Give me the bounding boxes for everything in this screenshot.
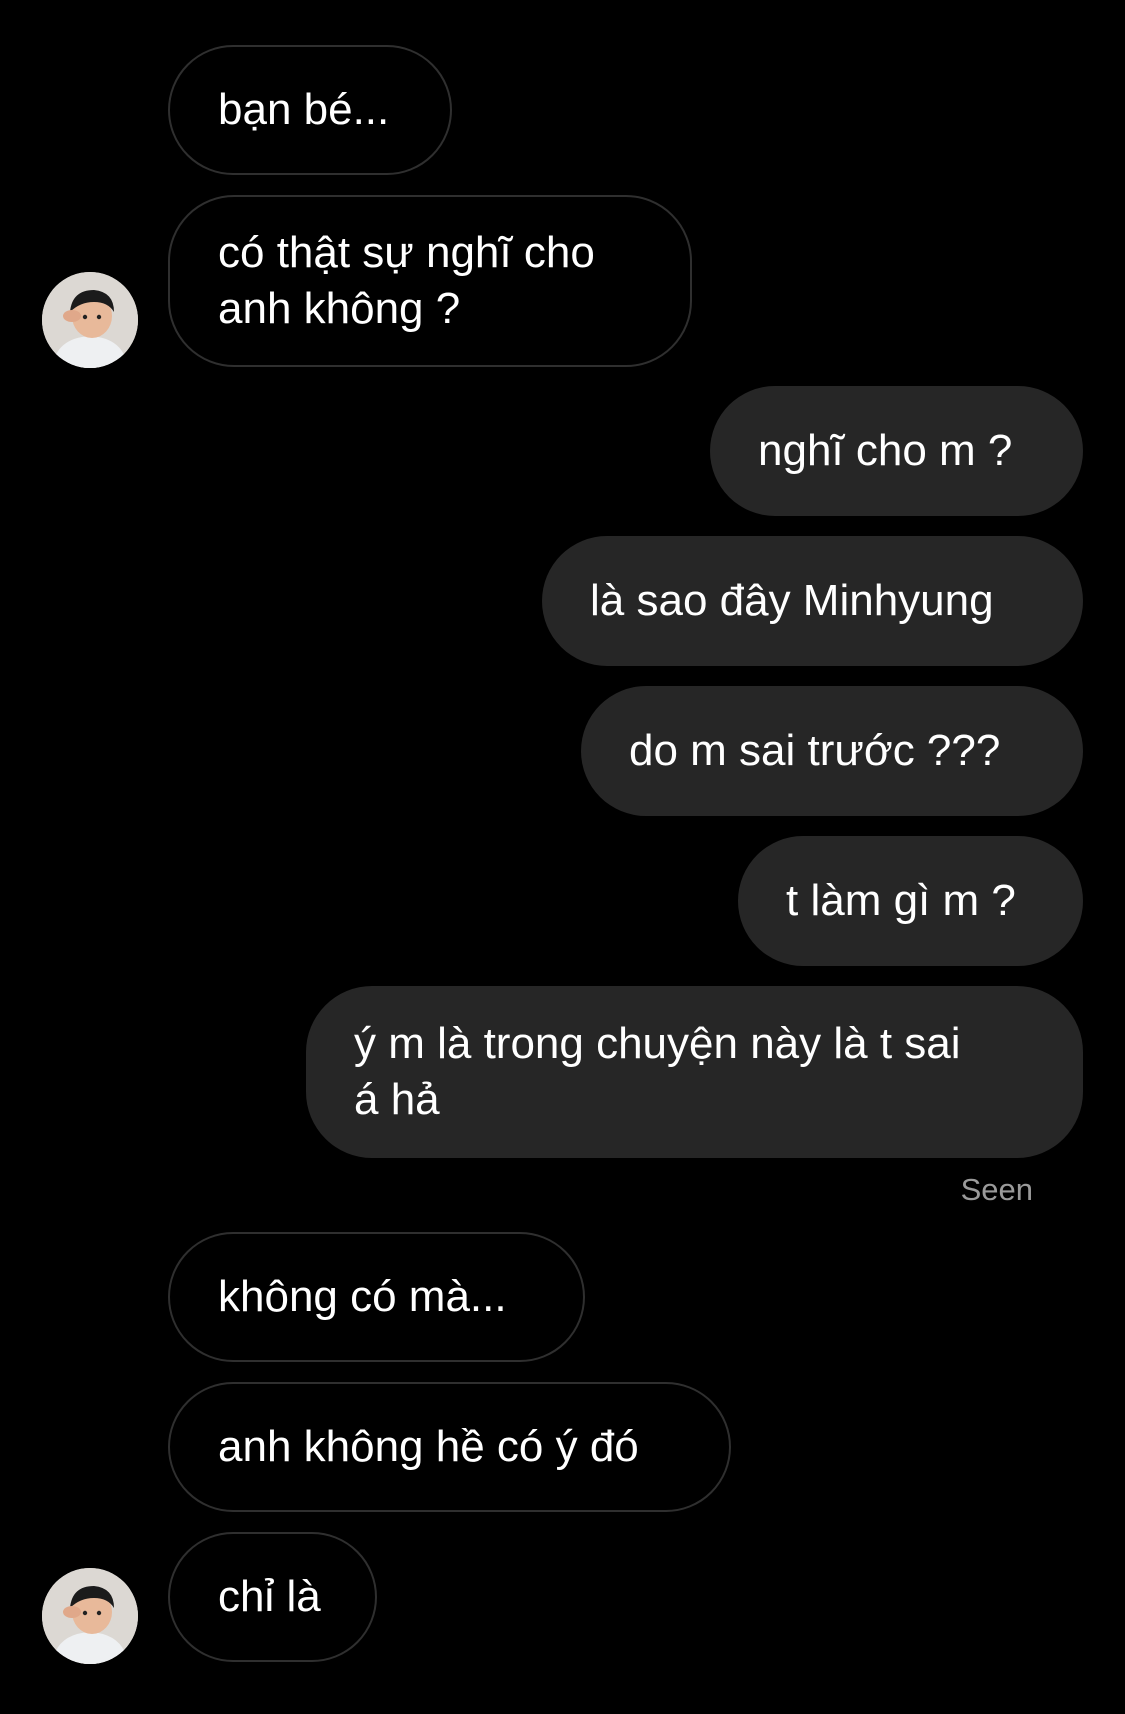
message-text: có thật sự nghĩ cho anh không ? [218, 228, 595, 333]
message-bubble-outgoing[interactable]: là sao đây Minhyung [542, 536, 1083, 666]
avatar-photo-icon [42, 1568, 138, 1664]
message-bubble-outgoing[interactable]: nghĩ cho m ? [710, 386, 1083, 516]
avatar-photo-icon [42, 272, 138, 368]
message-bubble-incoming[interactable]: chỉ là [168, 1532, 377, 1662]
message-bubble-incoming[interactable]: bạn bé... [168, 45, 452, 175]
message-text: ý m là trong chuyện này là t sai á hả [354, 1019, 961, 1124]
message-text: t làm gì m ? [786, 876, 1016, 925]
message-text: nghĩ cho m ? [758, 426, 1013, 475]
message-bubble-incoming[interactable]: có thật sự nghĩ cho anh không ? [168, 195, 692, 367]
message-bubble-incoming[interactable]: anh không hề có ý đó [168, 1382, 731, 1512]
message-text: do m sai trước ??? [629, 726, 1001, 775]
message-bubble-outgoing[interactable]: do m sai trước ??? [581, 686, 1083, 816]
message-text: là sao đây Minhyung [590, 576, 994, 625]
message-text: chỉ là [218, 1572, 321, 1621]
contact-avatar[interactable] [42, 272, 138, 368]
contact-avatar[interactable] [42, 1568, 138, 1664]
message-bubble-outgoing[interactable]: t làm gì m ? [738, 836, 1083, 966]
message-bubble-outgoing[interactable]: ý m là trong chuyện này là t sai á hả [306, 986, 1083, 1158]
message-bubble-incoming[interactable]: không có mà... [168, 1232, 585, 1362]
message-text: không có mà... [218, 1272, 507, 1321]
message-text: anh không hề có ý đó [218, 1422, 639, 1471]
seen-indicator: Seen [960, 1172, 1033, 1207]
message-text: bạn bé... [218, 85, 390, 134]
